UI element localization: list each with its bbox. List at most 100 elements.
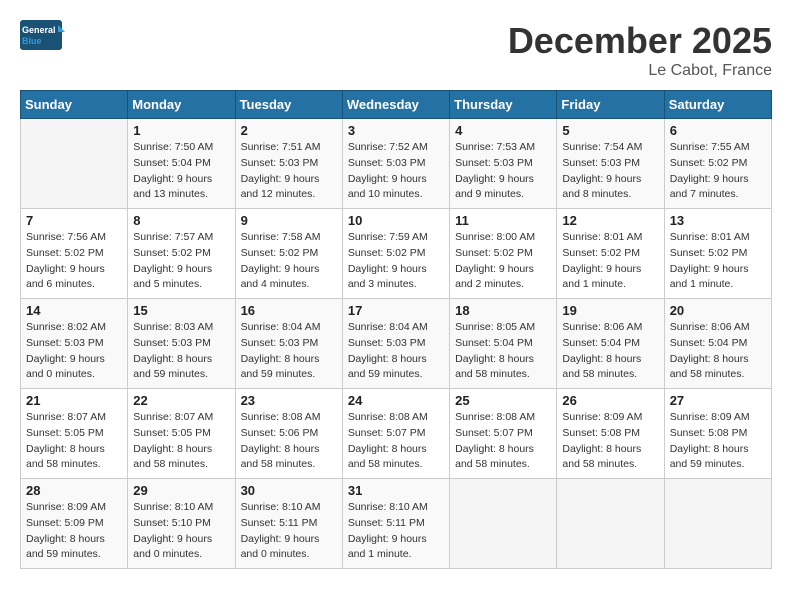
day-number: 2	[241, 123, 337, 138]
calendar-cell	[664, 479, 771, 569]
day-number: 20	[670, 303, 766, 318]
day-number: 16	[241, 303, 337, 318]
day-info: Sunrise: 8:10 AMSunset: 5:11 PMDaylight:…	[348, 500, 444, 563]
logo: General Blue	[20, 20, 65, 55]
calendar-cell	[557, 479, 664, 569]
calendar-cell: 18 Sunrise: 8:05 AMSunset: 5:04 PMDayligh…	[450, 299, 557, 389]
calendar-cell: 16 Sunrise: 8:04 AMSunset: 5:03 PMDayligh…	[235, 299, 342, 389]
day-number: 25	[455, 393, 551, 408]
calendar-cell	[450, 479, 557, 569]
day-info: Sunrise: 8:09 AMSunset: 5:09 PMDaylight:…	[26, 500, 122, 563]
day-info: Sunrise: 8:05 AMSunset: 5:04 PMDaylight:…	[455, 320, 551, 383]
day-header-friday: Friday	[557, 91, 664, 119]
day-number: 12	[562, 213, 658, 228]
month-title: December 2025	[508, 20, 772, 62]
day-number: 26	[562, 393, 658, 408]
day-info: Sunrise: 8:07 AMSunset: 5:05 PMDaylight:…	[26, 410, 122, 473]
day-number: 17	[348, 303, 444, 318]
calendar-cell: 31Sunrise: 8:10 AMSunset: 5:11 PMDayligh…	[342, 479, 449, 569]
day-number: 10	[348, 213, 444, 228]
calendar-cell: 3 Sunrise: 7:52 AMSunset: 5:03 PMDaylight…	[342, 119, 449, 209]
day-info: Sunrise: 8:08 AMSunset: 5:06 PMDaylight:…	[241, 410, 337, 473]
day-info: Sunrise: 7:52 AMSunset: 5:03 PMDaylight:…	[348, 140, 444, 203]
calendar-table: SundayMondayTuesdayWednesdayThursdayFrid…	[20, 90, 772, 569]
day-number: 7	[26, 213, 122, 228]
calendar-cell	[21, 119, 128, 209]
day-info: Sunrise: 7:55 AMSunset: 5:02 PMDaylight:…	[670, 140, 766, 203]
calendar-cell: 17 Sunrise: 8:04 AMSunset: 5:03 PMDayligh…	[342, 299, 449, 389]
day-header-tuesday: Tuesday	[235, 91, 342, 119]
day-number: 29	[133, 483, 229, 498]
day-number: 11	[455, 213, 551, 228]
calendar-cell: 2 Sunrise: 7:51 AMSunset: 5:03 PMDaylight…	[235, 119, 342, 209]
calendar-cell: 30 Sunrise: 8:10 AMSunset: 5:11 PMDayligh…	[235, 479, 342, 569]
day-header-sunday: Sunday	[21, 91, 128, 119]
calendar-cell: 24Sunrise: 8:08 AMSunset: 5:07 PMDayligh…	[342, 389, 449, 479]
week-row-4: 21Sunrise: 8:07 AMSunset: 5:05 PMDayligh…	[21, 389, 772, 479]
calendar-cell: 25 Sunrise: 8:08 AMSunset: 5:07 PMDayligh…	[450, 389, 557, 479]
day-info: Sunrise: 8:08 AMSunset: 5:07 PMDaylight:…	[455, 410, 551, 473]
svg-text:Blue: Blue	[22, 36, 42, 46]
day-header-wednesday: Wednesday	[342, 91, 449, 119]
calendar-cell: 12 Sunrise: 8:01 AMSunset: 5:02 PMDayligh…	[557, 209, 664, 299]
calendar-cell: 5Sunrise: 7:54 AMSunset: 5:03 PMDaylight…	[557, 119, 664, 209]
week-row-5: 28 Sunrise: 8:09 AMSunset: 5:09 PMDayligh…	[21, 479, 772, 569]
day-info: Sunrise: 7:53 AMSunset: 5:03 PMDaylight:…	[455, 140, 551, 203]
day-header-saturday: Saturday	[664, 91, 771, 119]
day-number: 28	[26, 483, 122, 498]
day-number: 22	[133, 393, 229, 408]
calendar-cell: 29 Sunrise: 8:10 AMSunset: 5:10 PMDayligh…	[128, 479, 235, 569]
day-info: Sunrise: 8:01 AMSunset: 5:02 PMDaylight:…	[670, 230, 766, 293]
day-info: Sunrise: 8:06 AMSunset: 5:04 PMDaylight:…	[670, 320, 766, 383]
day-info: Sunrise: 8:03 AMSunset: 5:03 PMDaylight:…	[133, 320, 229, 383]
day-info: Sunrise: 7:56 AMSunset: 5:02 PMDaylight:…	[26, 230, 122, 293]
calendar-cell: 28 Sunrise: 8:09 AMSunset: 5:09 PMDayligh…	[21, 479, 128, 569]
day-info: Sunrise: 8:04 AMSunset: 5:03 PMDaylight:…	[241, 320, 337, 383]
day-info: Sunrise: 7:58 AMSunset: 5:02 PMDaylight:…	[241, 230, 337, 293]
day-number: 30	[241, 483, 337, 498]
page-header: General Blue December 2025 Le Cabot, Fra…	[20, 20, 772, 80]
day-number: 9	[241, 213, 337, 228]
calendar-cell: 7 Sunrise: 7:56 AMSunset: 5:02 PMDaylight…	[21, 209, 128, 299]
day-info: Sunrise: 8:10 AMSunset: 5:10 PMDaylight:…	[133, 500, 229, 563]
calendar-cell: 4 Sunrise: 7:53 AMSunset: 5:03 PMDaylight…	[450, 119, 557, 209]
calendar-cell: 23 Sunrise: 8:08 AMSunset: 5:06 PMDayligh…	[235, 389, 342, 479]
svg-text:General: General	[22, 25, 56, 35]
calendar-cell: 21Sunrise: 8:07 AMSunset: 5:05 PMDayligh…	[21, 389, 128, 479]
day-number: 4	[455, 123, 551, 138]
calendar-cell: 6Sunrise: 7:55 AMSunset: 5:02 PMDaylight…	[664, 119, 771, 209]
day-number: 13	[670, 213, 766, 228]
week-row-3: 14 Sunrise: 8:02 AMSunset: 5:03 PMDayligh…	[21, 299, 772, 389]
day-info: Sunrise: 7:51 AMSunset: 5:03 PMDaylight:…	[241, 140, 337, 203]
day-info: Sunrise: 8:09 AMSunset: 5:08 PMDaylight:…	[562, 410, 658, 473]
logo-icon: General Blue	[20, 20, 60, 55]
day-info: Sunrise: 8:09 AMSunset: 5:08 PMDaylight:…	[670, 410, 766, 473]
day-number: 23	[241, 393, 337, 408]
calendar-cell: 19Sunrise: 8:06 AMSunset: 5:04 PMDayligh…	[557, 299, 664, 389]
day-info: Sunrise: 8:01 AMSunset: 5:02 PMDaylight:…	[562, 230, 658, 293]
week-row-2: 7 Sunrise: 7:56 AMSunset: 5:02 PMDaylight…	[21, 209, 772, 299]
day-number: 1	[133, 123, 229, 138]
week-row-1: 1 Sunrise: 7:50 AMSunset: 5:04 PMDaylight…	[21, 119, 772, 209]
title-block: December 2025 Le Cabot, France	[508, 20, 772, 80]
calendar-cell: 11 Sunrise: 8:00 AMSunset: 5:02 PMDayligh…	[450, 209, 557, 299]
day-info: Sunrise: 8:10 AMSunset: 5:11 PMDaylight:…	[241, 500, 337, 563]
day-number: 3	[348, 123, 444, 138]
day-info: Sunrise: 8:07 AMSunset: 5:05 PMDaylight:…	[133, 410, 229, 473]
day-number: 14	[26, 303, 122, 318]
day-number: 18	[455, 303, 551, 318]
day-info: Sunrise: 7:59 AMSunset: 5:02 PMDaylight:…	[348, 230, 444, 293]
day-header-monday: Monday	[128, 91, 235, 119]
day-info: Sunrise: 8:00 AMSunset: 5:02 PMDaylight:…	[455, 230, 551, 293]
day-header-thursday: Thursday	[450, 91, 557, 119]
day-number: 24	[348, 393, 444, 408]
calendar-cell: 26 Sunrise: 8:09 AMSunset: 5:08 PMDayligh…	[557, 389, 664, 479]
calendar-cell: 27Sunrise: 8:09 AMSunset: 5:08 PMDayligh…	[664, 389, 771, 479]
day-info: Sunrise: 8:02 AMSunset: 5:03 PMDaylight:…	[26, 320, 122, 383]
day-info: Sunrise: 7:50 AMSunset: 5:04 PMDaylight:…	[133, 140, 229, 203]
calendar-cell: 1 Sunrise: 7:50 AMSunset: 5:04 PMDaylight…	[128, 119, 235, 209]
day-info: Sunrise: 8:06 AMSunset: 5:04 PMDaylight:…	[562, 320, 658, 383]
calendar-cell: 13 Sunrise: 8:01 AMSunset: 5:02 PMDayligh…	[664, 209, 771, 299]
calendar-cell: 20 Sunrise: 8:06 AMSunset: 5:04 PMDayligh…	[664, 299, 771, 389]
day-info: Sunrise: 8:04 AMSunset: 5:03 PMDaylight:…	[348, 320, 444, 383]
